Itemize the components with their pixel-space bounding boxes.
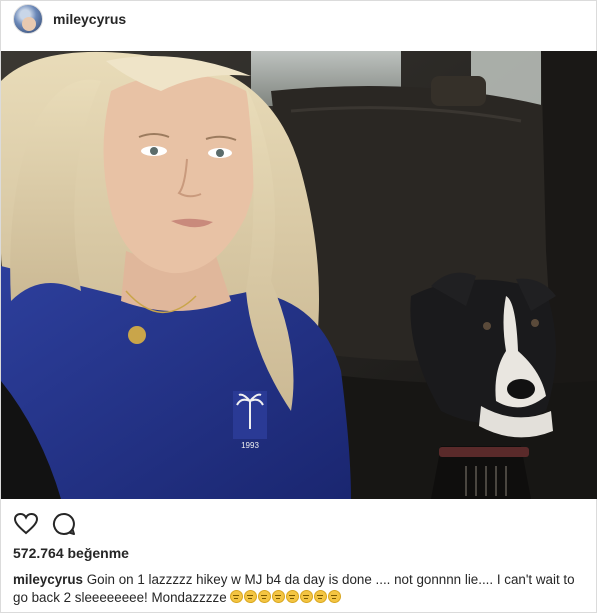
- post-caption: mileycyrus Goin on 1 lazzzzz hikey w MJ …: [13, 571, 588, 607]
- caption-username[interactable]: mileycyrus: [13, 572, 83, 587]
- sleepy-face-emoji: [244, 590, 258, 603]
- comment-bubble-icon[interactable]: [51, 511, 77, 537]
- post-photo[interactable]: 1993: [1, 51, 597, 499]
- emoji-row: [230, 590, 342, 605]
- photo-illustration: 1993: [1, 51, 597, 499]
- sleepy-face-emoji: [272, 590, 286, 603]
- shirt-print-text: 1993: [241, 441, 259, 450]
- heart-outline-icon[interactable]: [13, 511, 39, 537]
- instagram-post: mileycyrus 1993 572.764 beğenme mileycyr…: [0, 0, 597, 613]
- avatar[interactable]: [13, 4, 43, 34]
- action-bar: [13, 511, 77, 537]
- sleepy-face-emoji: [286, 590, 300, 603]
- likes-count[interactable]: 572.764 beğenme: [13, 545, 129, 561]
- post-header: mileycyrus: [1, 1, 596, 41]
- sleepy-face-emoji: [314, 590, 328, 603]
- username-link[interactable]: mileycyrus: [53, 11, 126, 27]
- sleepy-face-emoji: [230, 590, 244, 603]
- sleepy-face-emoji: [328, 590, 342, 603]
- sleepy-face-emoji: [300, 590, 314, 603]
- sleepy-face-emoji: [258, 590, 272, 603]
